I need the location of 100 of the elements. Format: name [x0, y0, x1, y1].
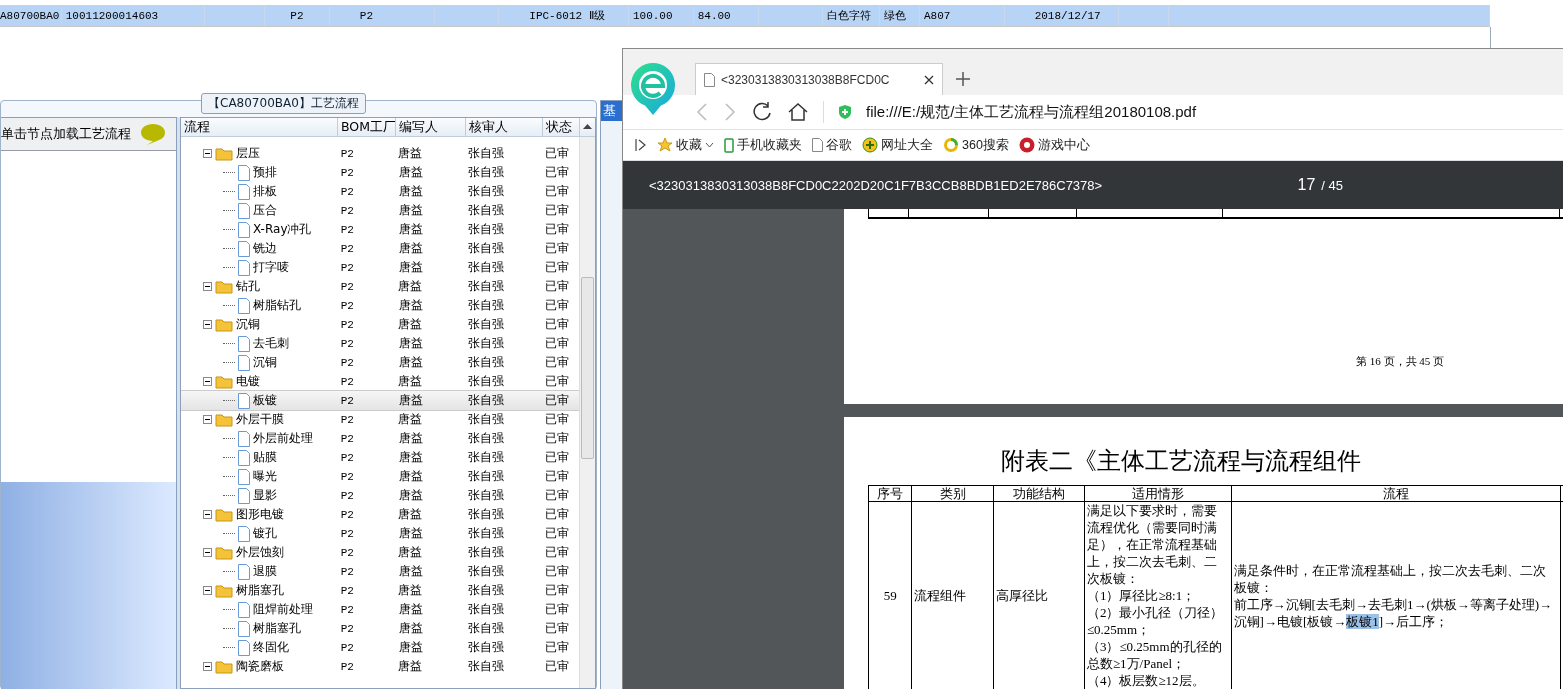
tree-row[interactable]: 外层蚀刻 P2 唐益 张自强 已审	[181, 543, 579, 562]
speech-bubble-icon	[140, 123, 166, 145]
tree-row[interactable]: 去毛刺 P2 唐益 张自强 已审	[181, 334, 579, 353]
table-cell: P2	[340, 584, 354, 597]
table-cell: 已审	[545, 165, 570, 179]
folder-icon	[215, 545, 233, 560]
tree-row[interactable]: 打字唛 P2 唐益 张自强 已审	[181, 258, 579, 277]
hint-text: 单击节点加载工艺流程	[1, 125, 131, 143]
table-cell: 唐益	[398, 260, 423, 274]
tree-label: 沉铜	[236, 316, 260, 333]
document-icon	[238, 620, 250, 637]
condition-text: （3）≤0.25mm的孔径的总数≥1万/Panel；	[1086, 638, 1223, 672]
tree-row[interactable]: 陶瓷磨板 P2 唐益 张自强 已审	[181, 657, 579, 676]
table-cell: P2	[340, 546, 354, 559]
table-cell: 唐益	[398, 222, 423, 236]
tree-label: 曝光	[253, 468, 277, 485]
caret-icon[interactable]	[705, 142, 714, 148]
tree-row[interactable]: 树脂塞孔 P2 唐益 张自强 已审	[181, 619, 579, 638]
table-cell: P2	[340, 432, 354, 445]
tree-row[interactable]: 外层前处理 P2 唐益 张自强 已审	[181, 429, 579, 448]
collapse-icon[interactable]	[203, 415, 212, 424]
collapse-icon[interactable]	[203, 510, 212, 519]
flow-text: 满足条件时，在正常流程基础上，按二次去毛刺、二次板镀： 前工序→沉铜[去毛刺→去毛刺1→(烘板→等离子处理)→沉铜]→电镀[板镀→板镀1]→后工序；	[1233, 561, 1554, 630]
sidebar-toggle-icon[interactable]	[635, 138, 647, 152]
home-icon[interactable]	[787, 101, 809, 123]
collapse-icon[interactable]	[203, 548, 212, 557]
table-cell: 张自强	[468, 146, 505, 160]
bookmark-link[interactable]: 谷歌	[812, 136, 852, 154]
address-field[interactable]: file:///E:/规范/主体工艺流程与流程组20180108.pdf	[866, 102, 1197, 122]
close-icon[interactable]	[924, 74, 934, 85]
table-cell: P2	[340, 242, 354, 255]
page-number[interactable]: 17	[1297, 176, 1316, 194]
folder-icon	[215, 412, 233, 427]
reload-icon[interactable]	[751, 101, 773, 123]
tree-row[interactable]: 压合 P2 唐益 张自强 已审	[181, 201, 579, 220]
collapse-icon[interactable]	[203, 586, 212, 595]
column-header[interactable]: 流程	[181, 118, 338, 136]
tree-row[interactable]: 钻孔 P2 唐益 张自强 已审	[181, 277, 579, 296]
document-icon	[238, 392, 250, 409]
table-cell: 已审	[545, 260, 570, 274]
tree-row[interactable]: 退膜 P2 唐益 张自强 已审	[181, 562, 579, 581]
tree-row[interactable]: 沉铜 P2 唐益 张自强 已审	[181, 353, 579, 372]
bookmark-link[interactable]: 游戏中心	[1018, 136, 1090, 154]
side-tab[interactable]: 基	[601, 101, 624, 121]
table-cell: 高厚径比	[996, 588, 1049, 603]
tree-row[interactable]: 电镀 P2 唐益 张自强 已审	[181, 372, 579, 391]
shield-icon	[838, 104, 852, 120]
table-cell: 张自强	[468, 431, 505, 445]
collapse-icon[interactable]	[203, 282, 212, 291]
bookmark-link[interactable]: 手机收藏夹	[724, 136, 802, 154]
tree-row[interactable]: 阻焊前处理 P2 唐益 张自强 已审	[181, 600, 579, 619]
tree-label: 电镀	[236, 373, 260, 390]
condition-text: 满足以下要求时，需要流程优化（需要同时满足），在正常流程基础上，按二次去毛刺、二次板镀：	[1086, 502, 1218, 587]
tree-row[interactable]: 曝光 P2 唐益 张自强 已审	[181, 467, 579, 486]
table-cell: 张自强	[468, 184, 505, 198]
tree-row[interactable]: X-Ray冲孔 P2 唐益 张自强 已审	[181, 220, 579, 239]
table-cell: 已审	[545, 279, 570, 293]
browser-tab[interactable]: <3230313830313038B8FCD0C	[695, 63, 943, 95]
tree-row[interactable]: 图形电镀 P2 唐益 张自强 已审	[181, 505, 579, 524]
tree-row[interactable]: 沉铜 P2 唐益 张自强 已审	[181, 315, 579, 334]
bookmark-link[interactable]: 收藏	[657, 136, 714, 154]
tree-row[interactable]: 排板 P2 唐益 张自强 已审	[181, 182, 579, 201]
tree-row[interactable]: 铣边 P2 唐益 张自强 已审	[181, 239, 579, 258]
tree-row[interactable]: 贴膜 P2 唐益 张自强 已审	[181, 448, 579, 467]
bookmark-link[interactable]: 网址大全	[862, 136, 933, 154]
table-cell: 84.00	[697, 10, 731, 22]
tree-row[interactable]: 预排 P2 唐益 张自强 已审	[181, 163, 579, 182]
tree-row[interactable]: 树脂塞孔 P2 唐益 张自强 已审	[181, 581, 579, 600]
scrollbar[interactable]	[579, 137, 595, 688]
collapse-icon[interactable]	[203, 320, 212, 329]
column-header[interactable]: 状态	[543, 118, 580, 136]
table-cell: 张自强	[468, 203, 505, 217]
table-cell: 白色字符	[827, 10, 872, 22]
tree-row[interactable]: 显影 P2 唐益 张自强 已审	[181, 486, 579, 505]
table-cell: 已审	[545, 317, 570, 331]
tree-row[interactable]: 镀孔 P2 唐益 张自强 已审	[181, 524, 579, 543]
tree-label: 外层蚀刻	[236, 544, 284, 561]
table-cell: 唐益	[398, 469, 423, 483]
column-header[interactable]: 核审人	[466, 118, 543, 136]
tree-row[interactable]: 外层干膜 P2 唐益 张自强 已审	[181, 410, 579, 429]
table-row[interactable]: A80700BA0 10011200014603 P2 P2 IPC-6012 Ⅱ级 100.00 84.00 白色字符 绿色 A807 2018/12/17	[0, 6, 1490, 27]
column-header[interactable]: 编写人	[396, 118, 466, 136]
collapse-icon[interactable]	[203, 149, 212, 158]
collapse-icon[interactable]	[203, 662, 212, 671]
collapse-icon[interactable]	[203, 377, 212, 386]
table-cell: P2	[340, 413, 354, 426]
tree-label: 镀孔	[253, 525, 277, 542]
table-cell: 已审	[545, 241, 570, 255]
tree-row[interactable]: 层压 P2 唐益 张自强 已审	[181, 144, 579, 163]
bookmark-link[interactable]: 360搜索	[943, 136, 1009, 154]
document-icon	[238, 468, 250, 485]
table-cell: 张自强	[468, 450, 505, 464]
tree-label: 阻焊前处理	[253, 601, 313, 618]
new-tab-icon[interactable]	[955, 71, 971, 87]
tree-row[interactable]: 终固化 P2 唐益 张自强 已审	[181, 638, 579, 657]
tree-row[interactable]: 板镀 P2 唐益 张自强 已审	[181, 391, 579, 410]
column-header[interactable]: BOM工厂	[338, 118, 396, 136]
tree-label: 陶瓷磨板	[236, 658, 284, 675]
tree-row[interactable]: 树脂钻孔 P2 唐益 张自强 已审	[181, 296, 579, 315]
table-cell: 张自强	[468, 336, 505, 350]
